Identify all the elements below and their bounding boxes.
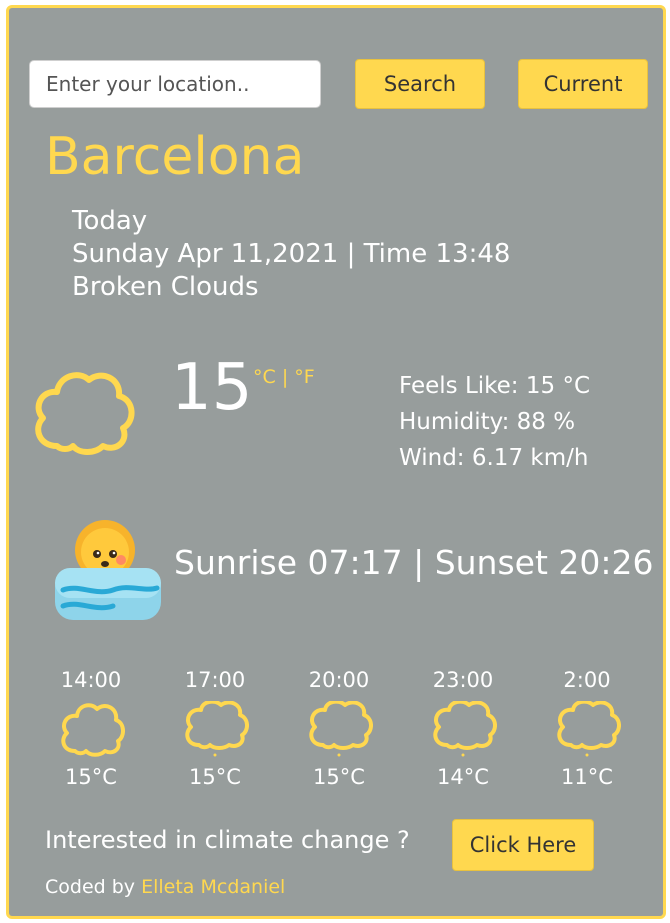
forecast-temp: 14°C [437,765,489,789]
forecast-item: 20:00 15°C [289,670,389,789]
forecast-item: 23:00 14°C [413,670,513,789]
forecast-temp: 15°C [189,765,241,789]
unit-separator: | [275,366,295,388]
forecast-temp: 11°C [561,765,613,789]
forecast-time: 20:00 [308,668,370,692]
sunrise-icon [55,520,161,620]
current-location-button[interactable]: Current [518,59,648,109]
celsius-link[interactable]: °C [253,366,276,388]
weather-card: Search Current Barcelona Today Sunday Ap… [6,5,666,919]
cloud-rain-icon [557,701,621,757]
climate-click-button[interactable]: Click Here [452,819,594,871]
search-input[interactable] [29,60,321,108]
footer-credit: Coded by Elleta Mcdaniel [45,876,285,898]
forecast-item: 2:00 11°C [537,670,637,789]
forecast-time: 17:00 [184,668,246,692]
cloud-rain-icon [309,701,373,757]
date-time: Sunday Apr 11,2021 | Time 13:48 [72,239,511,269]
forecast-time: 23:00 [432,668,494,692]
cloud-icon [35,372,135,455]
search-button[interactable]: Search [355,59,485,109]
fahrenheit-link[interactable]: °F [294,366,314,388]
current-temperature: 15 [171,351,253,425]
sunrise-sunset: Sunrise 07:17 | Sunset 20:26 [174,543,654,582]
cloud-icon [61,703,125,757]
forecast-temp: 15°C [313,765,365,789]
feels-like: Feels Like: 15 °C [399,373,591,399]
forecast-time: 2:00 [563,668,611,692]
forecast-time: 14:00 [60,668,122,692]
forecast-temp: 15°C [65,765,117,789]
author-link[interactable]: Elleta Mcdaniel [141,876,285,898]
wind: Wind: 6.17 km/h [399,445,589,471]
forecast-item: 14:00 15°C [41,670,141,789]
footer-prefix: Coded by [45,876,142,898]
forecast-item: 17:00 15°C [165,670,265,789]
humidity: Humidity: 88 % [399,409,576,435]
weather-details: Feels Like: 15 °C Humidity: 88 % Wind: 6… [399,368,590,476]
day-label: Today [72,206,148,236]
city-name: Barcelona [45,127,305,187]
cloud-rain-icon [433,701,497,757]
weather-description: Broken Clouds [72,272,259,302]
cloud-rain-icon [185,701,249,757]
unit-toggle: °C | °F [253,366,315,388]
climate-question: Interested in climate change ? [45,826,410,854]
